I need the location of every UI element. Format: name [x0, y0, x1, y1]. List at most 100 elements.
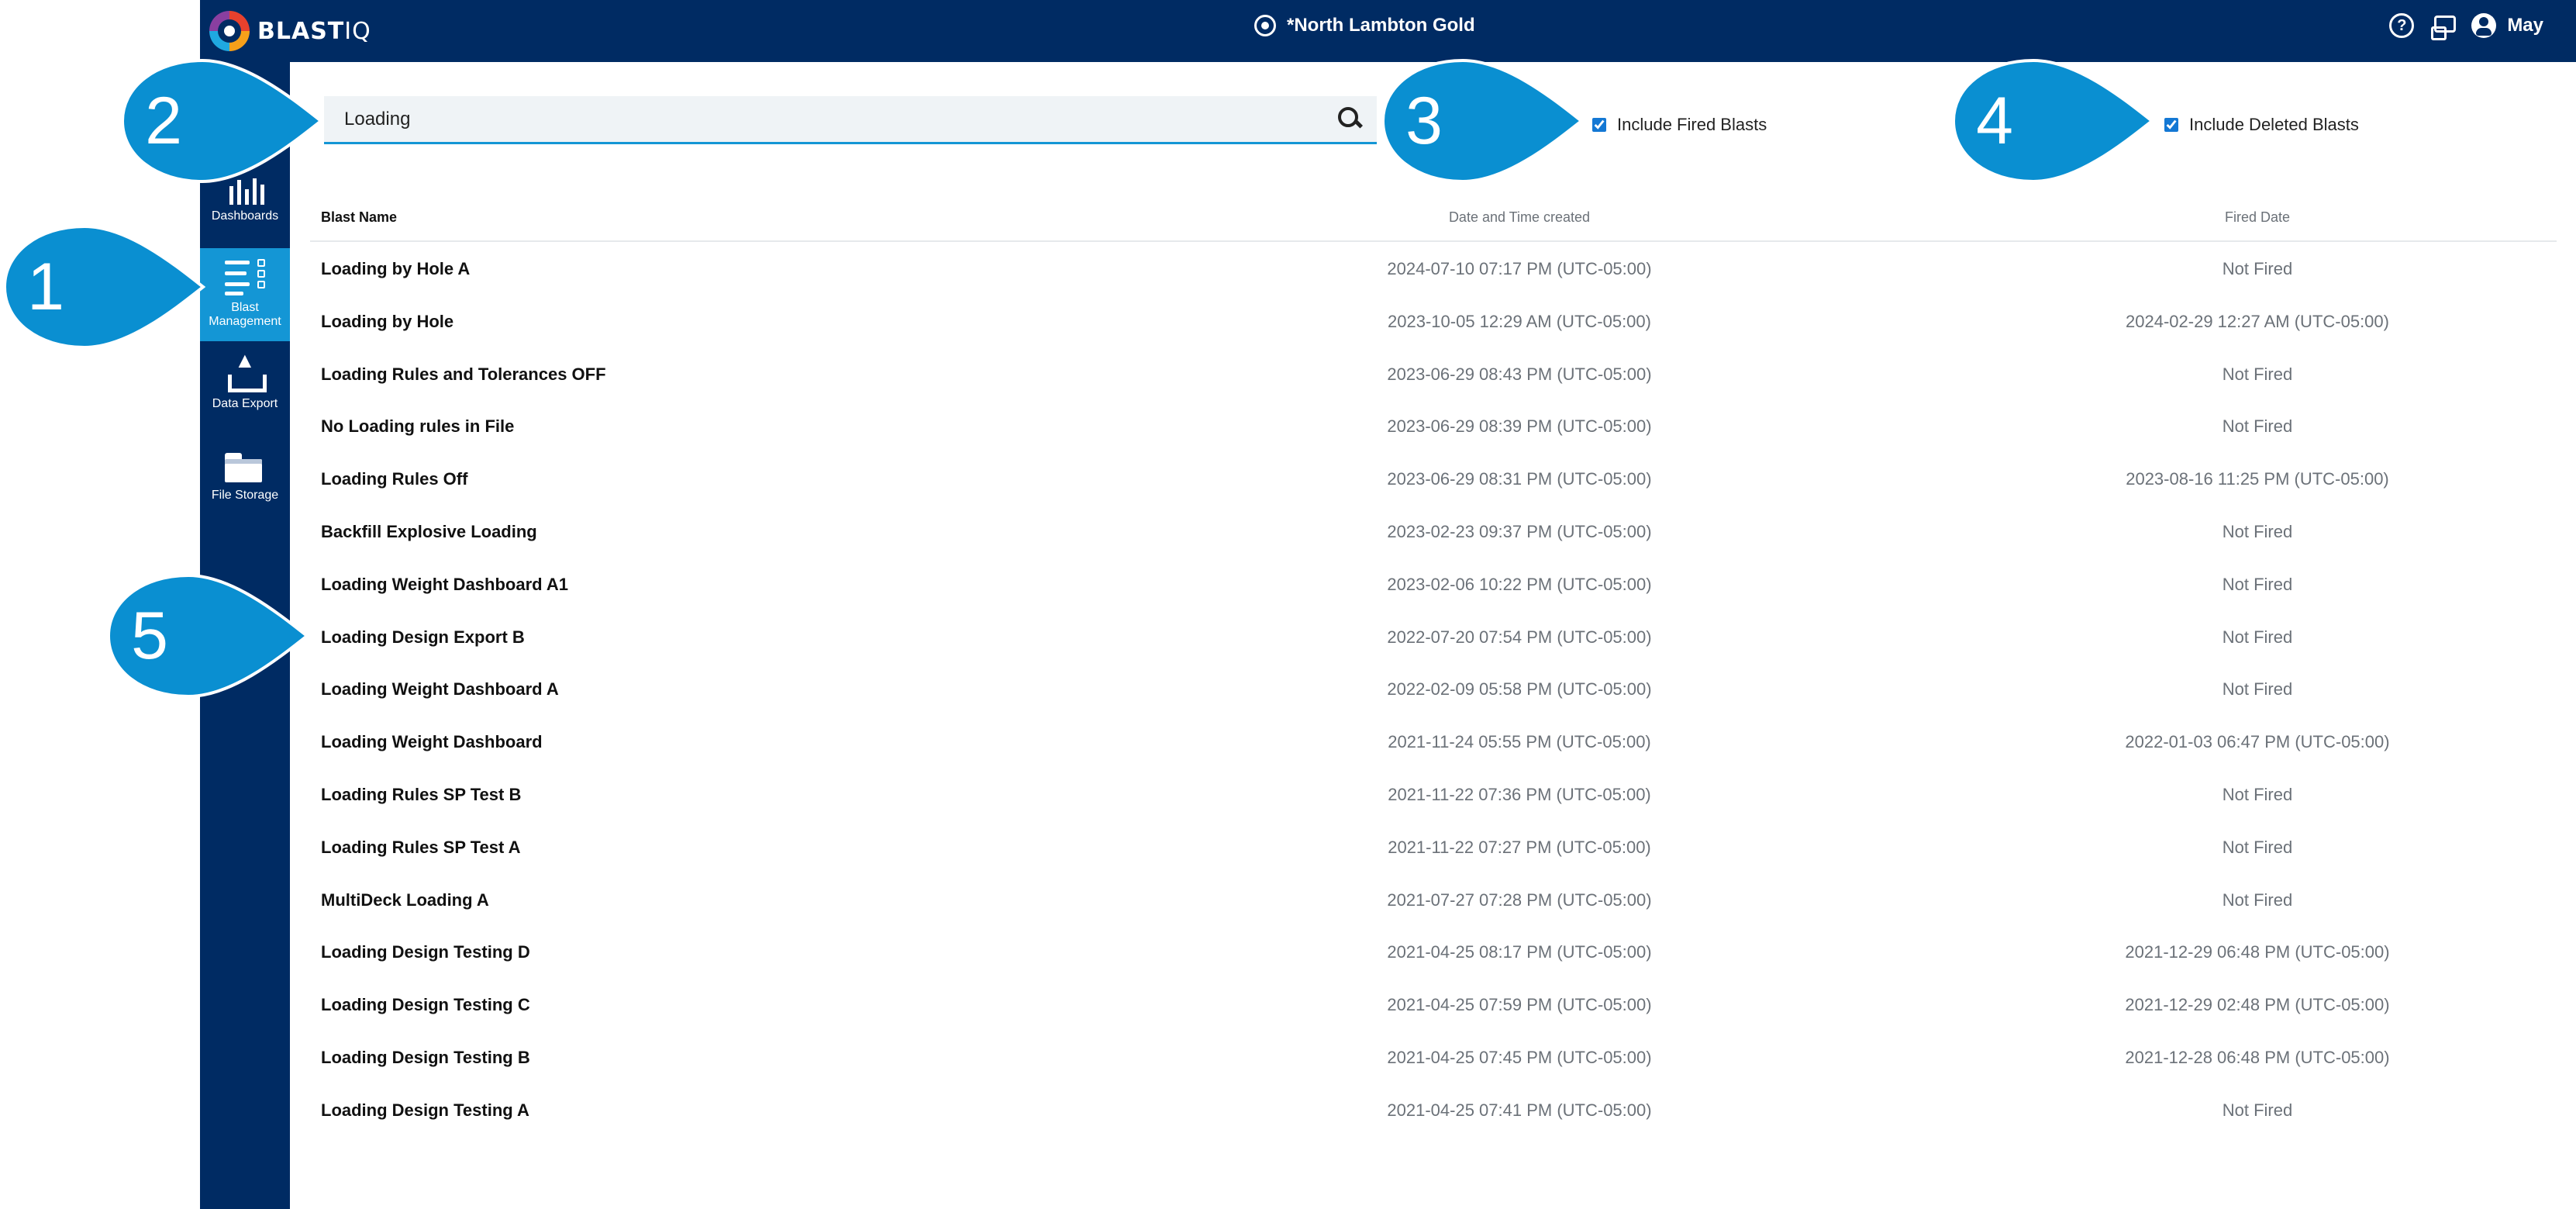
- include-fired-blasts-checkbox[interactable]: Include Fired Blasts: [1592, 115, 1767, 135]
- date-created-cell: 2021-07-27 07:28 PM (UTC-05:00): [1387, 889, 1652, 910]
- table-row[interactable]: Loading Weight Dashboard 2021-11-24 05:55…: [310, 717, 2557, 769]
- table-row[interactable]: Loading Rules Off 2023-06-29 08:31 PM (UT…: [310, 454, 2557, 506]
- fired-date-cell: Not Fired: [2222, 574, 2293, 594]
- date-created-cell: 2021-11-22 07:36 PM (UTC-05:00): [1388, 784, 1651, 804]
- fired-date-cell: Not Fired: [2222, 679, 2293, 699]
- include-deleted-checkbox-input[interactable]: [2164, 118, 2178, 132]
- include-fired-checkbox-input[interactable]: [1592, 118, 1606, 132]
- table-row[interactable]: Loading Rules SP Test A 2021-11-22 07:27 …: [310, 822, 2557, 875]
- blastiq-logo[interactable]: BLASTIQ: [209, 6, 371, 56]
- fired-date-cell: 2021-12-29 06:48 PM (UTC-05:00): [2125, 942, 2390, 962]
- column-header-fired-date[interactable]: Fired Date: [2047, 209, 2468, 226]
- fired-date-cell: 2021-12-29 02:48 PM (UTC-05:00): [2125, 995, 2390, 1015]
- blast-name-cell[interactable]: Loading Design Testing D: [321, 942, 530, 962]
- blast-name-cell[interactable]: Loading Design Testing A: [321, 1100, 529, 1121]
- table-row[interactable]: Loading Weight Dashboard A1 2023-02-06 10…: [310, 559, 2557, 612]
- blast-name-cell[interactable]: Loading Rules and Tolerances OFF: [321, 364, 606, 385]
- callout-number: 5: [131, 598, 168, 673]
- sidebar-item-label: Blast Management: [209, 301, 281, 328]
- search-input[interactable]: [344, 101, 1313, 138]
- include-fired-label: Include Fired Blasts: [1617, 115, 1767, 134]
- blast-name-cell[interactable]: Backfill Explosive Loading: [321, 522, 537, 542]
- callout-2: 2: [120, 58, 324, 184]
- date-created-cell: 2021-11-22 07:27 PM (UTC-05:00): [1388, 837, 1651, 857]
- blast-name-cell[interactable]: Loading Design Testing C: [321, 995, 530, 1015]
- column-header-date-created[interactable]: Date and Time created: [1309, 209, 1730, 226]
- date-created-cell: 2021-04-25 07:59 PM (UTC-05:00): [1387, 995, 1652, 1015]
- blast-name-cell[interactable]: No Loading rules in File: [321, 416, 514, 437]
- feedback-icon[interactable]: [2431, 14, 2457, 40]
- logo-text-main: BLAST: [257, 17, 345, 45]
- help-icon[interactable]: ?: [2389, 13, 2415, 38]
- fired-date-cell: 2023-08-16 11:25 PM (UTC-05:00): [2126, 469, 2389, 489]
- search-icon[interactable]: [1338, 107, 1361, 130]
- table-row[interactable]: MultiDeck Loading A 2021-07-27 07:28 PM (…: [310, 875, 2557, 927]
- blast-name-cell[interactable]: Loading Rules SP Test B: [321, 785, 521, 805]
- fired-date-cell: Not Fired: [2222, 837, 2293, 857]
- fired-date-cell: Not Fired: [2222, 784, 2293, 804]
- fired-date-cell: 2021-12-28 06:48 PM (UTC-05:00): [2125, 1047, 2390, 1067]
- blast-name-cell[interactable]: Loading Weight Dashboard A: [321, 679, 559, 699]
- blast-name-cell[interactable]: Loading Rules Off: [321, 469, 467, 489]
- blast-name-cell[interactable]: Loading Weight Dashboard A1: [321, 575, 568, 595]
- blast-name-cell[interactable]: MultiDeck Loading A: [321, 890, 489, 910]
- table-row[interactable]: Loading Design Testing B 2021-04-25 07:45…: [310, 1032, 2557, 1085]
- blast-name-cell[interactable]: Loading by Hole: [321, 312, 453, 332]
- table-row[interactable]: Loading by Hole 2023-10-05 12:29 AM (UTC-…: [310, 296, 2557, 349]
- sidebar-item-label: Data Export: [212, 397, 278, 410]
- site-name: *North Lambton Gold: [1287, 15, 1475, 36]
- callout-number: 4: [1976, 83, 2013, 158]
- sidebar-item-file-storage[interactable]: File Storage: [200, 450, 290, 527]
- callout-1: 1: [2, 224, 206, 350]
- include-deleted-label: Include Deleted Blasts: [2189, 115, 2359, 134]
- sidebar-item-blast-management[interactable]: Blast Management: [200, 248, 290, 341]
- table-row[interactable]: Loading Design Testing D 2021-04-25 08:17…: [310, 927, 2557, 979]
- table-row[interactable]: Backfill Explosive Loading 2023-02-23 09:…: [310, 506, 2557, 559]
- blast-name-cell[interactable]: Loading Design Testing B: [321, 1048, 530, 1068]
- blast-table-body: Loading by Hole A 2024-07-10 07:17 PM (UT…: [310, 244, 2557, 1138]
- date-created-cell: 2023-06-29 08:43 PM (UTC-05:00): [1387, 364, 1652, 384]
- date-created-cell: 2021-04-25 07:45 PM (UTC-05:00): [1387, 1047, 1652, 1067]
- blast-name-cell[interactable]: Loading Design Export B: [321, 627, 525, 648]
- table-row[interactable]: Loading Rules and Tolerances OFF 2023-06-…: [310, 349, 2557, 402]
- table-row[interactable]: No Loading rules in File 2023-06-29 08:39…: [310, 401, 2557, 454]
- fired-date-cell: 2024-02-29 12:27 AM (UTC-05:00): [2126, 311, 2389, 331]
- blast-name-cell[interactable]: Loading Weight Dashboard: [321, 732, 543, 752]
- user-name: May: [2507, 15, 2543, 36]
- fired-date-cell: Not Fired: [2222, 364, 2293, 384]
- table-row[interactable]: Loading Design Testing A 2021-04-25 07:41…: [310, 1085, 2557, 1138]
- table-header: Blast Name Date and Time created Fired D…: [310, 200, 2557, 242]
- blast-name-cell[interactable]: Loading Rules SP Test A: [321, 838, 521, 858]
- column-header-blast-name[interactable]: Blast Name: [321, 209, 397, 226]
- table-row[interactable]: Loading Rules SP Test B 2021-11-22 07:36 …: [310, 769, 2557, 822]
- upload-icon: [226, 354, 267, 392]
- fired-date-cell: Not Fired: [2222, 1100, 2293, 1120]
- site-selector[interactable]: *North Lambton Gold: [1254, 0, 1475, 51]
- date-created-cell: 2024-07-10 07:17 PM (UTC-05:00): [1387, 259, 1652, 278]
- table-row[interactable]: Loading by Hole A 2024-07-10 07:17 PM (UT…: [310, 244, 2557, 296]
- fired-date-cell: Not Fired: [2222, 521, 2293, 541]
- date-created-cell: 2021-04-25 08:17 PM (UTC-05:00): [1387, 942, 1652, 962]
- callout-number: 2: [145, 83, 182, 158]
- user-menu[interactable]: May: [2471, 13, 2543, 38]
- callout-4: 4: [1951, 58, 2155, 184]
- fired-date-cell: 2022-01-03 06:47 PM (UTC-05:00): [2125, 732, 2390, 752]
- callout-3: 3: [1381, 58, 1585, 184]
- logo-icon: [209, 11, 250, 51]
- callout-number: 3: [1405, 83, 1443, 158]
- table-row[interactable]: Loading Design Testing C 2021-04-25 07:59…: [310, 979, 2557, 1032]
- user-avatar-icon: [2471, 13, 2497, 38]
- table-row[interactable]: Loading Weight Dashboard A 2022-02-09 05:…: [310, 664, 2557, 717]
- include-deleted-blasts-checkbox[interactable]: Include Deleted Blasts: [2164, 115, 2359, 135]
- logo-text: BLASTIQ: [257, 18, 371, 45]
- blast-name-cell[interactable]: Loading by Hole A: [321, 259, 470, 279]
- date-created-cell: 2023-06-29 08:31 PM (UTC-05:00): [1387, 469, 1652, 489]
- date-created-cell: 2021-04-25 07:41 PM (UTC-05:00): [1387, 1100, 1652, 1120]
- logo-text-suffix: IQ: [344, 17, 371, 45]
- date-created-cell: 2023-02-23 09:37 PM (UTC-05:00): [1387, 521, 1652, 541]
- top-bar: BLASTIQ *North Lambton Gold ? May: [200, 0, 2576, 62]
- date-created-cell: 2023-10-05 12:29 AM (UTC-05:00): [1388, 311, 1651, 331]
- table-row[interactable]: Loading Design Export B 2022-07-20 07:54 …: [310, 612, 2557, 665]
- date-created-cell: 2022-07-20 07:54 PM (UTC-05:00): [1387, 627, 1652, 647]
- sidebar-item-data-export[interactable]: Data Export: [200, 354, 290, 434]
